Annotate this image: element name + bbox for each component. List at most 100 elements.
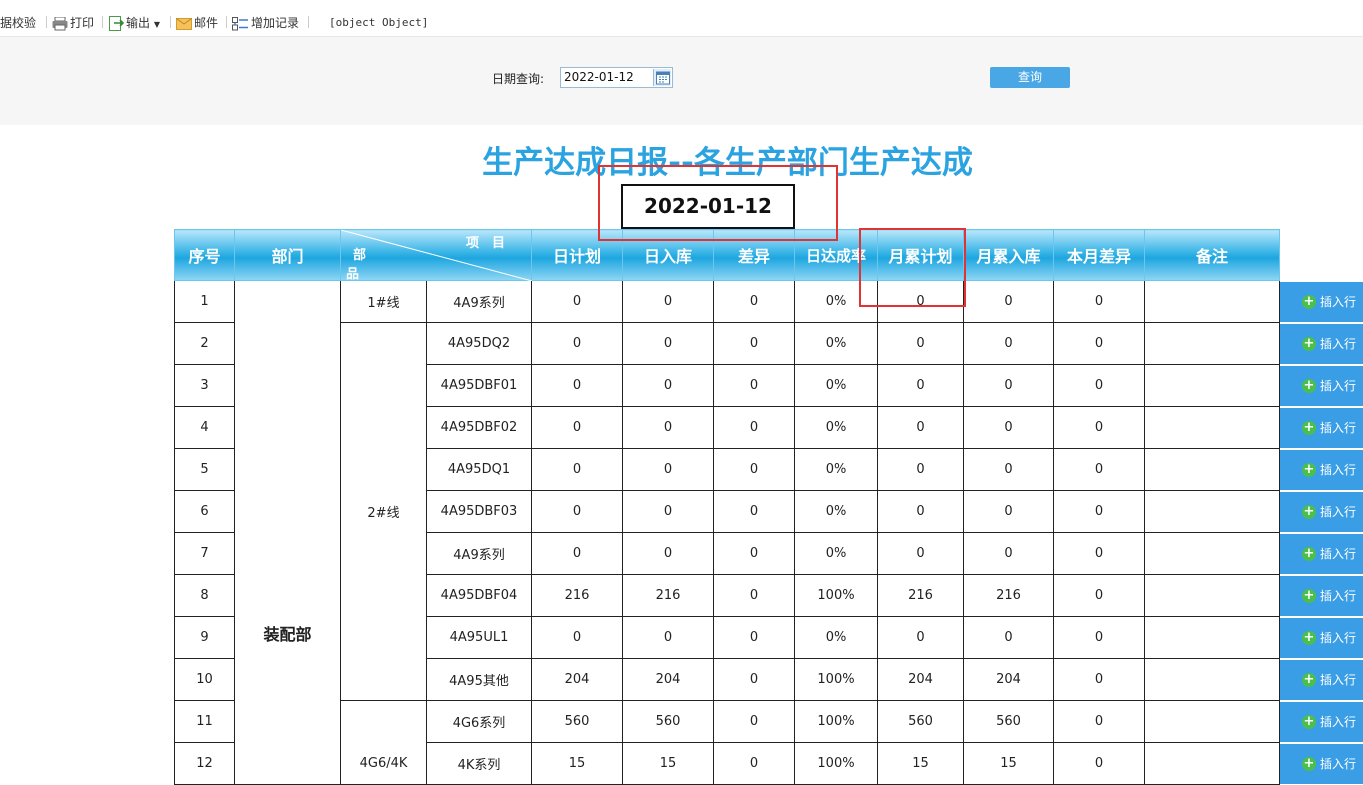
- cell-day-plan: 0: [531, 406, 623, 449]
- insert-row-label: 插入行: [1320, 757, 1357, 771]
- diag-label-product: 品: [346, 267, 360, 282]
- export-button[interactable]: 输出 ▼: [109, 14, 160, 32]
- cell-product: 4A95其他: [426, 658, 532, 701]
- cell-seq: 4: [174, 406, 235, 449]
- cell-rate: 0%: [794, 532, 878, 575]
- plus-icon: +: [1302, 756, 1316, 771]
- toolbar-separator: [170, 16, 171, 28]
- insert-row-button[interactable]: + 插入行: [1280, 618, 1363, 658]
- cell-remark: [1144, 322, 1280, 365]
- insert-row-button[interactable]: + 插入行: [1280, 492, 1363, 532]
- cell-remark: [1144, 448, 1280, 491]
- print-button[interactable]: 打印: [52, 14, 94, 32]
- plus-icon: +: [1302, 294, 1316, 309]
- verify-button[interactable]: 据校验: [0, 14, 36, 32]
- cell-day-plan: 0: [531, 616, 623, 659]
- col-remark: 备注: [1144, 229, 1280, 281]
- cell-diff: 0: [713, 280, 795, 323]
- cell-product: 4A95DQ1: [426, 448, 532, 491]
- cell-seq: 8: [174, 574, 235, 617]
- insert-row-button[interactable]: + 插入行: [1280, 744, 1363, 784]
- plus-icon: +: [1302, 630, 1316, 645]
- cell-day-in: 0: [622, 406, 714, 449]
- cell-diff: 0: [713, 574, 795, 617]
- date-query-input[interactable]: 2022-01-12: [560, 67, 673, 88]
- cell-diff: 0: [713, 322, 795, 365]
- cell-seq: 3: [174, 364, 235, 407]
- printer-icon: [52, 16, 68, 30]
- cell-line: 4G6/4K: [340, 700, 427, 785]
- cell-day-in: 0: [622, 490, 714, 533]
- table-row: 2 2#线 4A95DQ2 0 0 0 0% 0 0 0: [174, 322, 1280, 701]
- object-text: [object Object]: [329, 16, 429, 29]
- cell-product: 4A95DBF02: [426, 406, 532, 449]
- insert-row-label: 插入行: [1320, 715, 1357, 729]
- toolbar-separator: [308, 16, 309, 28]
- cell-month-in: 0: [963, 448, 1054, 491]
- query-panel: 日期查询: 2022-01-12 查询: [0, 37, 1363, 162]
- cell-month-plan: 0: [877, 448, 964, 491]
- cell-product: 4A9系列: [426, 532, 532, 575]
- cell-rate: 0%: [794, 406, 878, 449]
- col-seq: 序号: [174, 229, 235, 281]
- insert-row-button[interactable]: + 插入行: [1280, 408, 1363, 448]
- add-record-icon: [232, 16, 248, 30]
- insert-row-button[interactable]: + 插入行: [1280, 702, 1363, 742]
- cell-day-plan: 0: [531, 280, 623, 323]
- add-record-button[interactable]: 增加记录: [232, 14, 299, 32]
- cell-product: 4A9系列: [426, 280, 532, 323]
- insert-row-button[interactable]: + 插入行: [1280, 366, 1363, 406]
- insert-row-label: 插入行: [1320, 505, 1357, 519]
- insert-row-button[interactable]: + 插入行: [1280, 324, 1363, 364]
- cell-month-diff: 0: [1053, 406, 1145, 449]
- plus-icon: +: [1302, 546, 1316, 561]
- query-button[interactable]: 查询: [990, 67, 1070, 88]
- col-month-in: 月累入库: [963, 229, 1054, 281]
- cell-diff: 0: [713, 490, 795, 533]
- plus-icon: +: [1302, 504, 1316, 519]
- cell-rate: 0%: [794, 616, 878, 659]
- cell-day-plan: 0: [531, 532, 623, 575]
- cell-seq: 5: [174, 448, 235, 491]
- cell-month-in: 0: [963, 364, 1054, 407]
- cell-rate: 0%: [794, 364, 878, 407]
- highlight-date: [598, 165, 838, 241]
- calendar-icon[interactable]: [653, 69, 671, 86]
- insert-row-button[interactable]: + 插入行: [1280, 450, 1363, 490]
- cell-month-diff: 0: [1053, 364, 1145, 407]
- mail-button[interactable]: 邮件: [176, 14, 218, 32]
- cell-month-plan: 0: [877, 616, 964, 659]
- cell-day-in: 0: [622, 532, 714, 575]
- cell-month-in: 0: [963, 322, 1054, 365]
- col-month-diff: 本月差异: [1053, 229, 1145, 281]
- col-dept: 部门: [234, 229, 341, 281]
- cell-month-plan: 0: [877, 532, 964, 575]
- cell-month-diff: 0: [1053, 616, 1145, 659]
- cell-month-in: 0: [963, 280, 1054, 323]
- cell-day-plan: 204: [531, 658, 623, 701]
- cell-day-plan: 0: [531, 364, 623, 407]
- insert-row-button[interactable]: + 插入行: [1280, 660, 1363, 700]
- plus-icon: +: [1302, 462, 1316, 477]
- cell-day-plan: 0: [531, 448, 623, 491]
- cell-rate: 0%: [794, 322, 878, 365]
- cell-seq: 7: [174, 532, 235, 575]
- cell-day-in: 216: [622, 574, 714, 617]
- col-item-diagonal: 项 目 部 品: [340, 229, 532, 282]
- cell-diff: 0: [713, 700, 795, 743]
- cell-month-plan: 216: [877, 574, 964, 617]
- cell-month-diff: 0: [1053, 322, 1145, 365]
- cell-remark: [1144, 532, 1280, 575]
- cell-month-in: 0: [963, 532, 1054, 575]
- cell-seq: 11: [174, 700, 235, 743]
- cell-remark: [1144, 280, 1280, 323]
- insert-row-label: 插入行: [1320, 379, 1357, 393]
- cell-remark: [1144, 700, 1280, 743]
- insert-row-button[interactable]: + 插入行: [1280, 576, 1363, 616]
- cell-diff: 0: [713, 364, 795, 407]
- cell-month-in: 0: [963, 490, 1054, 533]
- insert-row-button[interactable]: + 插入行: [1280, 534, 1363, 574]
- cell-seq: 10: [174, 658, 235, 701]
- cell-line: 1#线: [340, 280, 427, 323]
- insert-row-button[interactable]: + 插入行: [1280, 282, 1363, 322]
